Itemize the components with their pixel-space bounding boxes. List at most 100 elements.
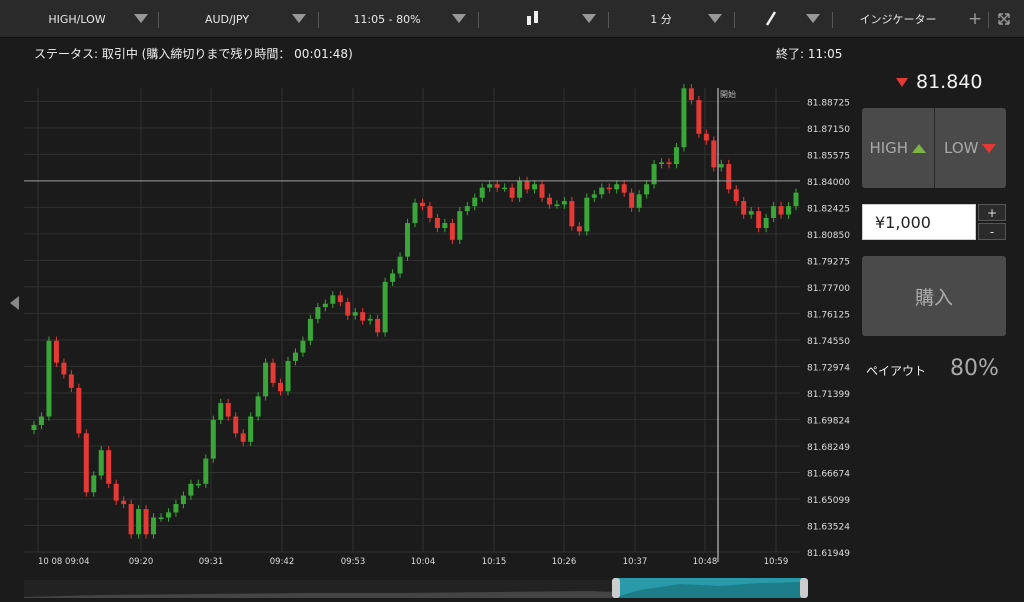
y-tick-label: 81.76125 [807,310,850,320]
x-tick-label: 10:15 [482,557,507,567]
candle-body [285,360,291,392]
high-button[interactable]: HIGH [862,108,934,188]
current-price: 81.840 [896,70,1006,94]
x-tick-label: 09:42 [270,557,295,567]
y-tick-label: 81.84000 [807,178,850,188]
candle-body [106,450,112,484]
y-tick-label: 81.82425 [807,204,850,214]
candle-body [151,517,157,535]
candle-body [315,307,321,319]
candle-body [188,483,194,496]
candle-body [233,416,239,434]
candle-body [606,187,612,190]
x-tick-label: 10:26 [552,557,577,567]
y-axis-ticks: 81.88725 81.87150 81.85575 81.84000 81.82425… [807,98,850,559]
candle-body [673,147,679,165]
candle-body [263,362,269,397]
candle-body [763,217,769,229]
candle-body [218,403,224,420]
candle-body [546,197,552,205]
low-button[interactable]: LOW [935,108,1007,188]
candle-body [382,281,388,333]
y-tick-label: 81.69824 [807,416,850,426]
candle-body [464,206,470,212]
navigator-left-handle[interactable] [612,578,620,598]
candle-body [375,318,381,333]
candle-body [427,206,433,218]
candle-body [748,211,754,215]
candle-body [509,187,515,198]
y-tick-label: 81.77700 [807,284,850,294]
candle-body [778,206,784,215]
candle-body [83,433,89,493]
trade-status: ステータス: 取引中 (購入締切りまで残り時間： 00:01:48) [34,47,353,61]
payout-value: 80% [950,356,999,381]
y-tick-label: 81.65099 [807,496,850,506]
start-label: 開始 [720,89,736,99]
candle-body [539,184,545,198]
amount-minus-button[interactable]: - [978,223,1006,240]
candle-body [128,504,134,535]
candle-body [487,184,493,188]
navigator-right-handle[interactable] [800,578,808,598]
candle-body [300,340,306,353]
candle-body [31,424,37,430]
x-tick-label: 10:04 [411,557,436,567]
candle-body [703,133,709,141]
candle-body [569,201,575,227]
amount-plus-button[interactable]: + [978,204,1006,221]
buy-button[interactable]: 購入 [862,256,1006,336]
y-tick-label: 81.72974 [807,363,850,373]
candle-body [390,273,396,282]
candle-body [225,403,231,417]
time-navigator [24,578,808,598]
high-label: HIGH [869,139,909,157]
candle-body [68,374,74,388]
candle-body [91,475,97,493]
candle-body [756,211,762,229]
candle-body [621,184,627,193]
candle-body [412,202,418,223]
candle-body [434,217,440,229]
candle-body [688,88,694,101]
candle-body [457,211,463,240]
candle-body [270,362,276,383]
y-tick-label: 81.79275 [807,257,850,267]
candle-body [397,256,403,274]
candle-body [255,396,261,417]
candle-body [442,222,448,229]
x-tick-label: 10:59 [764,557,789,567]
x-tick-label: 09:20 [129,557,154,567]
candle-body [330,295,336,304]
candle-body [733,189,739,202]
candle-body [479,187,485,198]
y-tick-label: 81.61949 [807,549,850,559]
y-tick-label: 81.80850 [807,231,850,241]
y-tick-label: 81.87150 [807,125,850,135]
candle-body [711,140,717,168]
y-tick-label: 81.63524 [807,523,850,533]
candle-body [718,164,724,168]
candle-body [449,222,455,240]
candle-body [524,180,530,190]
candle-body [180,495,186,505]
candle-body [165,512,171,518]
candle-body [61,362,67,375]
candle-body [419,202,425,207]
candle-body [210,419,216,459]
candle-body [113,483,119,501]
candle-body [278,382,284,392]
candle-body [629,192,635,208]
price-value: 81.840 [916,71,983,93]
arrow-down-icon [982,143,997,153]
price-down-icon [896,77,908,87]
y-tick-label: 81.68249 [807,443,850,453]
candle-body [591,194,597,198]
amount-input[interactable]: ¥1,000 [862,204,976,240]
candle-body [636,194,642,208]
candle-body [203,458,209,484]
end-time: 終了: 11:05 [776,47,843,61]
candle-body [696,100,702,134]
candle-body [502,187,508,190]
candle-body [76,387,82,434]
